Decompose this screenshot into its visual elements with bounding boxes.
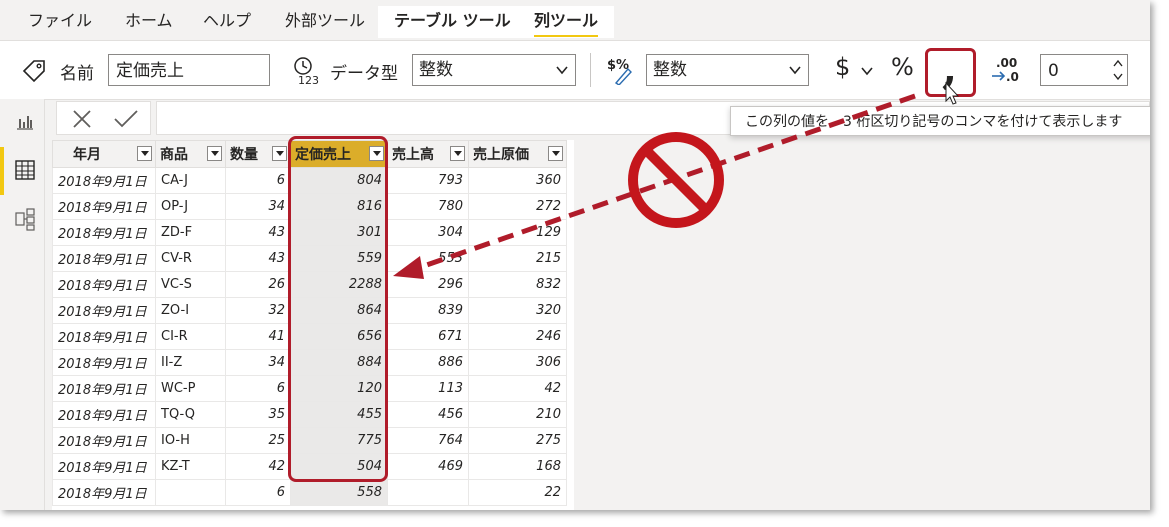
powerbi-window: ファイル ホーム ヘルプ 外部ツール テーブル ツール 列ツール 名前 定価売上…	[0, 0, 1150, 510]
arrow-head	[393, 256, 424, 279]
prohibition-icon	[628, 132, 724, 228]
dashed-arrow-line	[417, 93, 916, 271]
annotation-overlay	[393, 81, 960, 279]
mouse-cursor-icon	[945, 81, 960, 105]
